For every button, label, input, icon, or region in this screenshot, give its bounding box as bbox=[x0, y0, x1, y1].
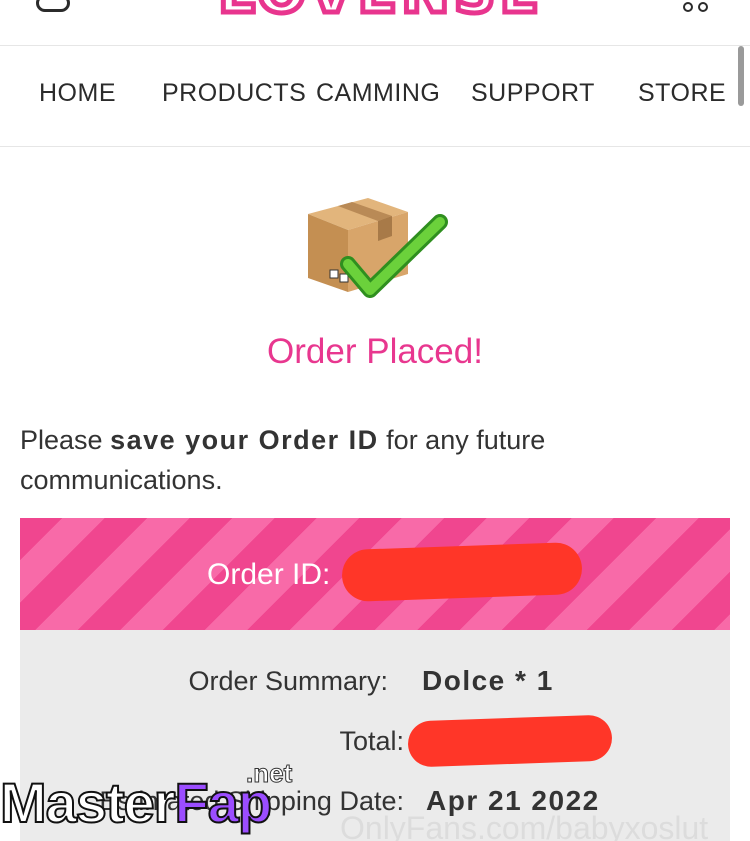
nav-item-support[interactable]: SUPPORT bbox=[471, 79, 595, 108]
save-order-id-note: Please save your Order ID for any future… bbox=[20, 420, 660, 500]
scrollbar-thumb[interactable] bbox=[738, 46, 744, 106]
order-id-banner: Order ID: bbox=[20, 518, 730, 630]
source-watermark: OnlyFans.com/babyxoslut bbox=[340, 810, 709, 841]
brand-logo[interactable]: LOVENSE bbox=[215, 0, 543, 29]
site-watermark: MasterFap bbox=[0, 770, 273, 835]
main-nav: HOME PRODUCTS CAMMING SUPPORT STORE bbox=[0, 46, 750, 147]
top-bar: LOVENSE bbox=[0, 0, 750, 46]
order-summary-value: Dolce * 1 bbox=[422, 665, 554, 696]
note-prefix: Please bbox=[20, 425, 111, 455]
package-checkmark-icon bbox=[308, 198, 448, 298]
redaction-scribble bbox=[341, 541, 583, 603]
cart-icon[interactable] bbox=[680, 0, 712, 16]
watermark-master: Master bbox=[0, 770, 177, 835]
order-id-label: Order ID: bbox=[207, 558, 331, 591]
note-emphasis: save your Order ID bbox=[110, 425, 379, 455]
total-label: Total: bbox=[339, 726, 404, 756]
order-placed-heading: Order Placed! bbox=[267, 332, 483, 371]
order-summary-label: Order Summary: bbox=[188, 666, 388, 696]
nav-item-products[interactable]: PRODUCTS bbox=[162, 79, 306, 108]
redaction-scribble bbox=[407, 714, 613, 768]
nav-item-camming[interactable]: CAMMING bbox=[316, 79, 440, 108]
nav-item-home[interactable]: HOME bbox=[39, 79, 116, 108]
nav-item-store[interactable]: STORE bbox=[638, 79, 726, 108]
watermark-net: .net bbox=[245, 758, 293, 789]
menu-icon[interactable] bbox=[36, 0, 70, 12]
